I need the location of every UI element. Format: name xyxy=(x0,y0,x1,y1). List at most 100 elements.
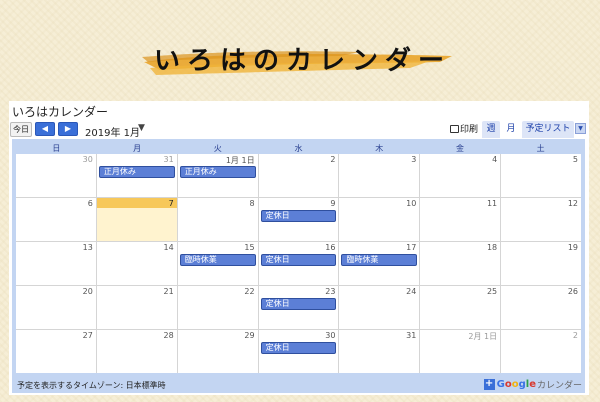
day-cell[interactable]: 10 xyxy=(338,198,419,241)
day-number[interactable]: 14 xyxy=(164,243,174,252)
day-cell[interactable]: 25 xyxy=(419,286,500,329)
day-cell-today[interactable]: 7 xyxy=(95,198,177,241)
day-number[interactable]: 15 xyxy=(244,243,254,252)
day-number[interactable]: 10 xyxy=(406,199,416,208)
weeks-container: 30 31 正月休み 1月 1日 正月休み 2 3 4 5 6 7 8 9 定休日 10 11 12 13 14 15… xyxy=(16,154,581,373)
tab-dropdown-icon[interactable]: ▼ xyxy=(575,123,586,134)
calendar-event[interactable]: 正月休み xyxy=(98,166,175,178)
day-cell[interactable]: 2 xyxy=(500,330,581,373)
day-number[interactable]: 12 xyxy=(568,199,578,208)
day-number[interactable]: 16 xyxy=(325,243,335,252)
calendar-footer: 予定を表示するタイムゾーン: 日本標準時 + Google カレンダー xyxy=(12,377,585,393)
day-cell[interactable]: 20 xyxy=(16,286,96,329)
day-number[interactable]: 26 xyxy=(568,287,578,296)
day-cell[interactable]: 24 xyxy=(338,286,419,329)
day-cell[interactable]: 22 xyxy=(176,286,258,329)
week-row: 6 7 8 9 定休日 10 11 12 xyxy=(16,197,581,241)
calendar-event[interactable]: 定休日 xyxy=(260,210,337,222)
day-cell[interactable]: 29 xyxy=(176,330,258,373)
day-number[interactable]: 20 xyxy=(83,287,93,296)
print-button[interactable]: 印刷 xyxy=(450,122,478,135)
day-cell[interactable]: 12 xyxy=(500,198,581,241)
tab-agenda[interactable]: 予定リスト xyxy=(522,121,574,138)
day-cell[interactable]: 9 定休日 xyxy=(257,198,339,241)
day-number[interactable]: 7 xyxy=(169,199,174,208)
day-cell[interactable]: 16 定休日 xyxy=(257,242,339,285)
day-cell[interactable]: 2 xyxy=(257,154,339,197)
next-month-button[interactable]: ▶ xyxy=(58,122,78,136)
day-cell[interactable]: 1月 1日 正月休み xyxy=(176,154,258,197)
calendar-event[interactable]: 臨時休業 xyxy=(341,254,418,266)
day-number[interactable]: 8 xyxy=(249,199,254,208)
day-cell[interactable]: 6 xyxy=(16,198,96,241)
day-cell[interactable]: 13 xyxy=(16,242,96,285)
day-number[interactable]: 4 xyxy=(492,155,497,164)
day-number[interactable]: 30 xyxy=(325,331,335,340)
day-number[interactable]: 5 xyxy=(573,155,578,164)
day-number[interactable]: 18 xyxy=(487,243,497,252)
day-number[interactable]: 1月 1日 xyxy=(226,155,255,166)
day-cell[interactable]: 15 臨時休業 xyxy=(176,242,258,285)
day-cell[interactable]: 31 正月休み xyxy=(95,154,177,197)
day-cell[interactable]: 28 xyxy=(95,330,177,373)
day-cell[interactable]: 23 定休日 xyxy=(257,286,339,329)
day-number[interactable]: 2 xyxy=(330,155,335,164)
month-grid: 日 月 火 水 木 金 土 30 31 正月休み 1月 1日 正月休み 2 3 4 5 6 7 8 9 定… xyxy=(12,139,585,377)
day-cell[interactable]: 14 xyxy=(95,242,177,285)
weekday-header-row: 日 月 火 水 木 金 土 xyxy=(16,143,581,154)
week-row: 20 21 22 23 定休日 24 25 26 xyxy=(16,285,581,329)
day-number[interactable]: 21 xyxy=(164,287,174,296)
chevron-down-icon[interactable]: ▼ xyxy=(138,123,145,133)
prev-month-button[interactable]: ◀ xyxy=(35,122,55,136)
day-cell[interactable]: 18 xyxy=(419,242,500,285)
day-number[interactable]: 22 xyxy=(244,287,254,296)
calendar-event[interactable]: 定休日 xyxy=(260,254,337,266)
calendar-event[interactable]: 臨時休業 xyxy=(179,254,256,266)
day-number[interactable]: 19 xyxy=(568,243,578,252)
calendar-event[interactable]: 定休日 xyxy=(260,342,337,354)
tab-week[interactable]: 週 xyxy=(482,121,500,138)
day-number[interactable]: 13 xyxy=(83,243,93,252)
day-cell[interactable]: 17 臨時休業 xyxy=(338,242,419,285)
day-cell[interactable]: 8 xyxy=(176,198,258,241)
day-cell[interactable]: 3 xyxy=(338,154,419,197)
day-number[interactable]: 2月 1日 xyxy=(468,331,497,342)
weekday-thursday: 木 xyxy=(375,144,384,153)
current-month-label[interactable]: 2019年 1月 xyxy=(85,124,140,139)
day-number[interactable]: 27 xyxy=(83,331,93,340)
today-highlight xyxy=(96,198,177,208)
day-number[interactable]: 3 xyxy=(411,155,416,164)
calendar-event[interactable]: 定休日 xyxy=(260,298,337,310)
day-number[interactable]: 6 xyxy=(88,199,93,208)
day-number[interactable]: 29 xyxy=(244,331,254,340)
day-cell[interactable]: 21 xyxy=(95,286,177,329)
day-cell[interactable]: 30 定休日 xyxy=(257,330,339,373)
day-number[interactable]: 30 xyxy=(83,155,93,164)
day-cell[interactable]: 27 xyxy=(16,330,96,373)
day-number[interactable]: 2 xyxy=(573,331,578,340)
weekday-monday: 月 xyxy=(133,144,142,153)
day-number[interactable]: 31 xyxy=(406,331,416,340)
day-number[interactable]: 23 xyxy=(325,287,335,296)
day-number[interactable]: 28 xyxy=(164,331,174,340)
day-number[interactable]: 9 xyxy=(330,199,335,208)
day-number[interactable]: 11 xyxy=(487,199,497,208)
calendar-event[interactable]: 正月休み xyxy=(179,166,256,178)
day-cell[interactable]: 2月 1日 xyxy=(419,330,500,373)
weekday-wednesday: 水 xyxy=(294,144,303,153)
day-cell[interactable]: 11 xyxy=(419,198,500,241)
day-number[interactable]: 31 xyxy=(164,155,174,164)
google-calendar-button[interactable]: + Google カレンダー xyxy=(483,378,582,391)
day-number[interactable]: 25 xyxy=(487,287,497,296)
day-cell[interactable]: 4 xyxy=(419,154,500,197)
day-cell[interactable]: 30 xyxy=(16,154,96,197)
day-cell[interactable]: 19 xyxy=(500,242,581,285)
tab-month[interactable]: 月 xyxy=(502,121,520,138)
day-cell[interactable]: 26 xyxy=(500,286,581,329)
day-number[interactable]: 24 xyxy=(406,287,416,296)
day-cell[interactable]: 31 xyxy=(338,330,419,373)
today-button[interactable]: 今日 xyxy=(10,122,32,137)
day-number[interactable]: 17 xyxy=(406,243,416,252)
day-cell[interactable]: 5 xyxy=(500,154,581,197)
week-row: 13 14 15 臨時休業 16 定休日 17 臨時休業 18 19 xyxy=(16,241,581,285)
